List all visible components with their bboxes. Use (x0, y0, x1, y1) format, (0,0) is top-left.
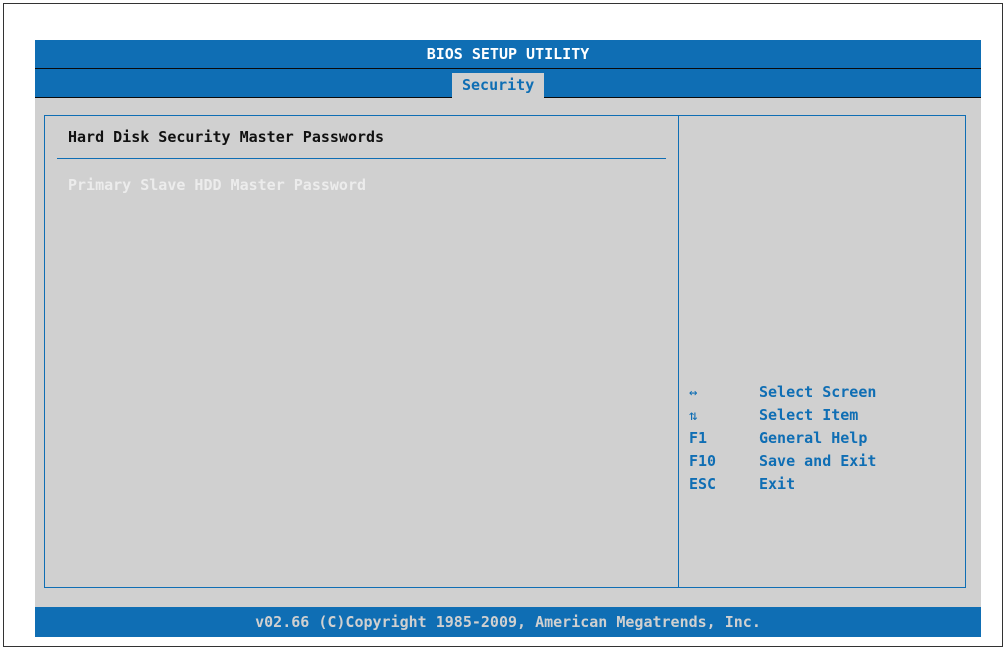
copyright-footer: v02.66 (C)Copyright 1985-2009, American … (35, 607, 981, 637)
tab-label: Security (462, 76, 535, 94)
left-right-arrow-icon: ↔ (689, 385, 698, 401)
help-row-general-help: F1 General Help (689, 427, 876, 450)
help-desc: Save and Exit (759, 452, 877, 470)
section-divider (57, 158, 666, 159)
content-area: Hard Disk Security Master Passwords Prim… (35, 98, 981, 600)
help-panel: ↔ Select Screen ⇅ Select Item F1 General He… (678, 115, 966, 588)
help-desc: Exit (759, 475, 796, 493)
help-key: F10 (689, 452, 717, 470)
help-key: ESC (689, 475, 717, 493)
bios-screen: BIOS SETUP UTILITY Security Hard Disk Se… (35, 40, 981, 637)
menu-item-primary-slave-hdd-master-password[interactable]: Primary Slave HDD Master Password (68, 176, 366, 194)
help-row-save-and-exit: F10 Save and Exit (689, 450, 876, 473)
help-row-select-screen: ↔ Select Screen (689, 381, 876, 404)
title-bar: BIOS SETUP UTILITY (35, 40, 981, 68)
help-key: F1 (689, 429, 708, 447)
section-title: Hard Disk Security Master Passwords (68, 128, 385, 146)
help-desc: Select Item (759, 406, 859, 424)
help-desc: General Help (759, 429, 868, 447)
help-row-select-item: ⇅ Select Item (689, 404, 876, 427)
tab-security[interactable]: Security (452, 73, 545, 98)
app-title: BIOS SETUP UTILITY (426, 45, 590, 63)
help-row-exit: ESC Exit (689, 473, 876, 496)
tab-bar: Security (35, 68, 981, 98)
help-desc: Select Screen (759, 383, 877, 401)
key-help-list: ↔ Select Screen ⇅ Select Item F1 General He… (689, 381, 876, 496)
up-down-arrow-icon: ⇅ (689, 408, 698, 424)
settings-panel: Hard Disk Security Master Passwords Prim… (44, 115, 679, 588)
